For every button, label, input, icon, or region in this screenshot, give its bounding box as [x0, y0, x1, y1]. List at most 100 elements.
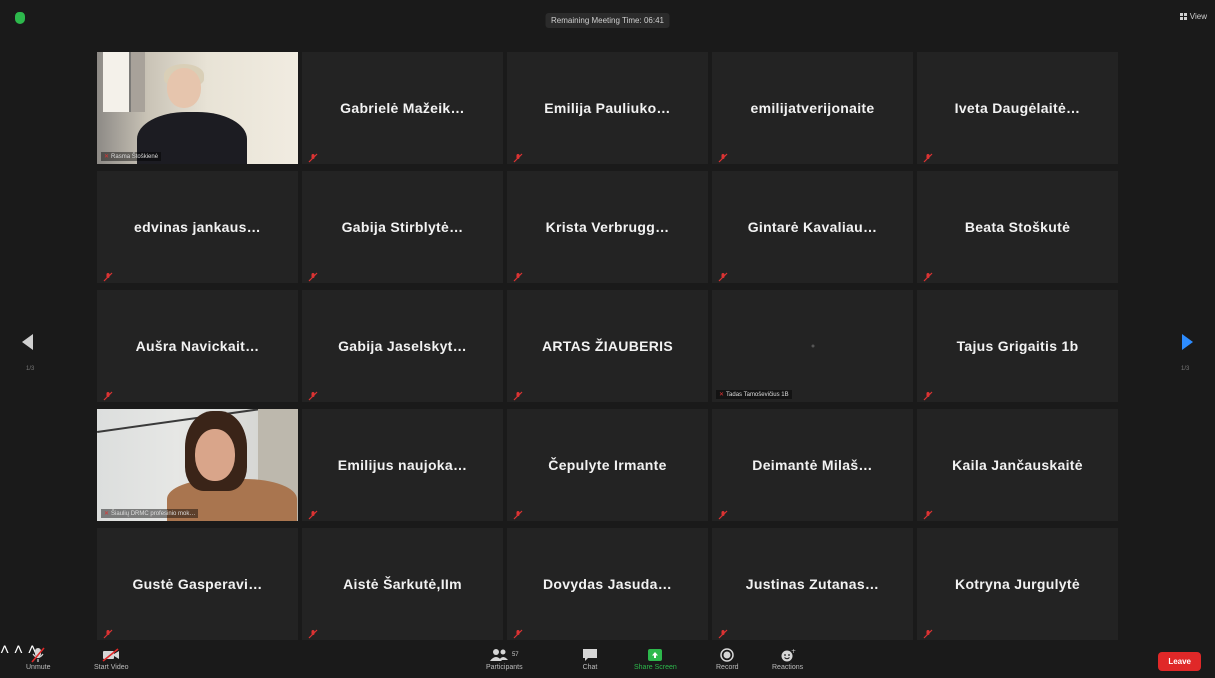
placeholder-dot [811, 344, 814, 348]
participants-count: 57 [511, 652, 519, 658]
share-screen-icon [647, 646, 663, 664]
muted-microphone-icon [308, 269, 318, 282]
participant-tile[interactable]: edvinas jankaus… [97, 171, 298, 283]
participant-name: Dovydas Jasuda… [543, 576, 672, 592]
unmute-label: Unmute [26, 664, 51, 671]
participant-name: Gabija Jaselskyt… [338, 338, 467, 354]
participant-gallery: ✕ Rasma Štoškienė Gabrielė Mažeik… Emilija … [97, 52, 1118, 640]
muted-microphone-icon [923, 269, 933, 282]
participant-tile[interactable]: ✕ Rasma Štoškienė [97, 52, 298, 164]
participants-button[interactable]: 57 Participants [486, 646, 523, 671]
chat-label: Chat [582, 664, 598, 671]
svg-text:+: + [791, 648, 796, 655]
participant-name: Aistė Šarkutė,IIm [343, 576, 462, 592]
page-indicator-right: 1/3 [1181, 366, 1190, 372]
participant-name: Justinas Zutanas… [745, 576, 880, 592]
participant-name: Deimantė Milaš… [752, 457, 873, 473]
record-icon [720, 646, 735, 664]
unmute-button[interactable]: Unmute [26, 646, 51, 671]
next-page-icon[interactable] [1182, 334, 1193, 350]
participants-icon: 57 [489, 646, 519, 664]
participant-tile[interactable]: Emilija Pauliuko… [507, 52, 708, 164]
share-screen-button[interactable]: Share Screen [634, 646, 677, 671]
muted-microphone-icon [513, 150, 523, 163]
meeting-timer: Remaining Meeting Time: 06:41 [545, 13, 670, 28]
participant-name: Kotryna Jurgulytė [955, 576, 1080, 592]
video-off-icon [102, 646, 120, 664]
participant-tile[interactable]: Beata Stoškutė [917, 171, 1118, 283]
chat-button[interactable]: Chat [582, 646, 598, 671]
participant-name: Aušra Navickait… [135, 338, 260, 354]
participants-label: Participants [486, 664, 523, 671]
muted-microphone-icon [923, 150, 933, 163]
participant-tile[interactable]: Čepulyte Irmante [507, 409, 708, 521]
muted-microphone-icon [718, 507, 728, 520]
muted-microphone-icon [31, 646, 45, 664]
audio-options-caret-icon[interactable]: ˄ [0, 642, 9, 659]
gallery-view-icon [1179, 13, 1187, 20]
view-label: View [1189, 12, 1207, 21]
participant-name-tag: ✕ Rasma Štoškienė [101, 152, 162, 161]
muted-microphone-icon [308, 388, 318, 401]
participant-name: Gabrielė Mažeik… [340, 100, 465, 116]
participant-tile[interactable]: Justinas Zutanas… [712, 528, 913, 640]
participant-tile[interactable]: Aušra Navickait… [97, 290, 298, 402]
security-shield-icon[interactable] [15, 12, 25, 24]
participant-tile[interactable]: Emilijus naujoka… [302, 409, 503, 521]
reactions-button[interactable]: + Reactions [772, 646, 803, 671]
muted-microphone-icon [513, 507, 523, 520]
muted-microphone-icon [923, 507, 933, 520]
participant-tile[interactable]: Gabrielė Mažeik… [302, 52, 503, 164]
muted-microphone-icon [103, 269, 113, 282]
participant-name: Emilijus naujoka… [337, 457, 468, 473]
participant-tile[interactable]: ✕ Šiaulių DRMC profesinio mok… [97, 409, 298, 521]
participant-name: Krista Verbrugg… [545, 219, 670, 235]
participant-tile[interactable]: Gintarė Kavaliau… [712, 171, 913, 283]
start-video-button[interactable]: Start Video [94, 646, 129, 671]
muted-microphone-icon [718, 150, 728, 163]
muted-microphone-icon [308, 626, 318, 639]
participant-name: Tajus Grigaitis 1b [956, 338, 1079, 354]
record-label: Record [716, 664, 739, 671]
muted-microphone-icon [923, 388, 933, 401]
leave-button[interactable]: Leave [1158, 652, 1201, 671]
muted-microphone-icon [718, 269, 728, 282]
participant-tile[interactable]: Aistė Šarkutė,IIm [302, 528, 503, 640]
chat-bubble-icon [582, 646, 598, 664]
participant-video [97, 52, 298, 164]
participant-name: emilijatverijonaite [750, 100, 875, 116]
participant-name: Gustė Gasperavi… [132, 576, 263, 592]
participant-name: Emilija Pauliuko… [544, 100, 671, 116]
meeting-toolbar: Unmute ˄ Start Video ˄ 57 Participants ˄… [0, 642, 1215, 678]
participant-tile[interactable]: Tajus Grigaitis 1b [917, 290, 1118, 402]
participant-tile[interactable]: Kotryna Jurgulytė [917, 528, 1118, 640]
muted-microphone-icon [308, 507, 318, 520]
participant-name-tag: ✕ Šiaulių DRMC profesinio mok… [101, 509, 199, 518]
participant-tile[interactable]: Dovydas Jasuda… [507, 528, 708, 640]
muted-microphone-icon [513, 626, 523, 639]
participant-tile[interactable]: Kaila Jančauskaitė [917, 409, 1118, 521]
previous-page-icon[interactable] [22, 334, 33, 350]
participant-tile[interactable]: emilijatverijonaite [712, 52, 913, 164]
record-button[interactable]: Record [716, 646, 739, 671]
participant-name: Čepulyte Irmante [548, 457, 667, 473]
muted-microphone-icon [308, 150, 318, 163]
muted-microphone-icon [513, 269, 523, 282]
participant-video [97, 409, 298, 521]
muted-microphone-icon [923, 626, 933, 639]
view-button[interactable]: View [1179, 12, 1207, 21]
participant-tile[interactable]: Gabija Stirblytė… [302, 171, 503, 283]
participant-tile[interactable]: Iveta Daugėlaitė… [917, 52, 1118, 164]
participant-name-tag: ✕ Tadas Tamoševičius 1B [716, 390, 792, 399]
video-options-caret-icon[interactable]: ˄ [14, 642, 23, 659]
participant-tile[interactable]: ARTAS ŽIAUBERIS [507, 290, 708, 402]
page-indicator-left: 1/3 [26, 366, 35, 372]
participant-tile[interactable]: Gabija Jaselskyt… [302, 290, 503, 402]
participant-tile[interactable]: Gustė Gasperavi… [97, 528, 298, 640]
participant-tile[interactable]: Deimantė Milaš… [712, 409, 913, 521]
muted-microphone-icon [103, 626, 113, 639]
participant-name: Gintarė Kavaliau… [747, 219, 878, 235]
participant-tile[interactable]: Krista Verbrugg… [507, 171, 708, 283]
participant-tile[interactable]: ✕ Tadas Tamoševičius 1B [712, 290, 913, 402]
muted-microphone-icon [718, 626, 728, 639]
